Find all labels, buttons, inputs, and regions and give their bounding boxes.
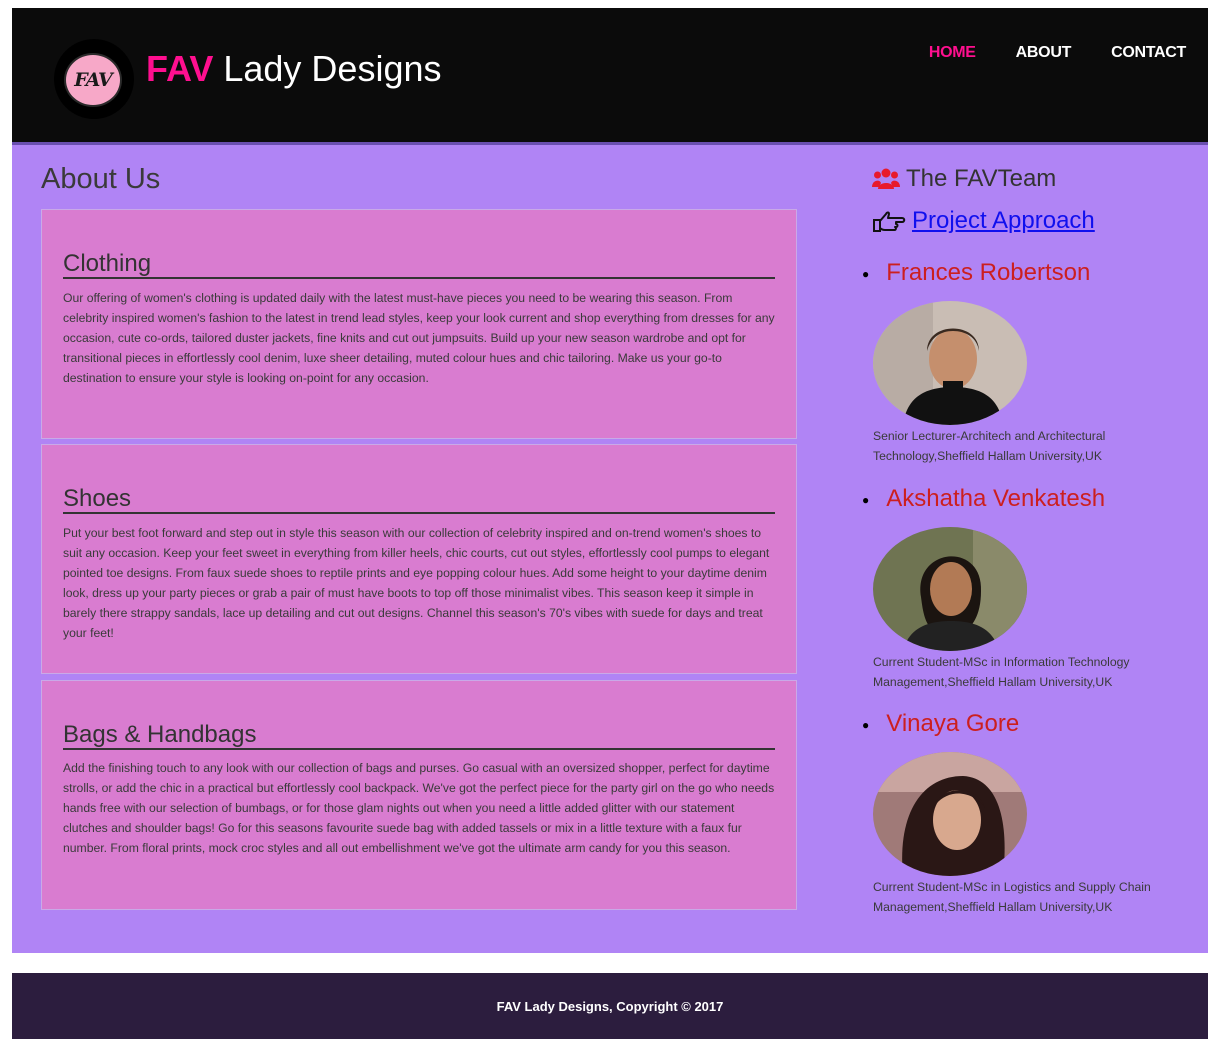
site-header: FAV FAV Lady Designs HOME ABOUT CONTACT (12, 8, 1208, 145)
project-approach-link[interactable]: Project Approach (872, 207, 1095, 235)
member-name-text: Frances Robertson (886, 259, 1091, 286)
member-photo (873, 527, 1027, 651)
member-name-text: Vinaya Gore (886, 710, 1020, 737)
nav-home[interactable]: HOME (929, 44, 976, 62)
member-description: Senior Lecturer-Architech and Architectu… (873, 429, 1106, 463)
member-photo (873, 301, 1027, 425)
site-footer: FAV Lady Designs, Copyright © 2017 (12, 973, 1208, 1039)
nav-about[interactable]: ABOUT (1016, 44, 1072, 62)
section-body: Add the finishing touch to any look with… (63, 761, 775, 855)
brand-accent: FAV (146, 48, 214, 89)
team-sidebar: The FAVTeam Project Approach ● Frances Ro… (862, 145, 1202, 953)
nav-contact[interactable]: CONTACT (1111, 44, 1186, 62)
users-icon (872, 168, 900, 189)
section-bags: Bags & Handbags Add the finishing touch … (41, 680, 797, 910)
hand-point-right-icon (873, 211, 906, 232)
member-description: Current Student-MSc in Logistics and Sup… (873, 880, 1151, 914)
brand-title[interactable]: FAV Lady Designs (146, 48, 442, 90)
member-name: ● Akshatha Venkatesh (862, 485, 1106, 513)
page-title: About Us (41, 163, 161, 195)
main-content: About Us Clothing Our offering of women'… (12, 145, 1208, 953)
section-body: Put your best foot forward and step out … (63, 526, 770, 640)
section-heading: Bags & Handbags (63, 722, 775, 750)
team-heading-label: The FAVTeam (906, 165, 1057, 192)
member-description: Current Student-MSc in Information Techn… (873, 655, 1130, 689)
project-approach-label: Project Approach (912, 207, 1095, 234)
logo[interactable]: FAV (54, 39, 134, 119)
member-name: ● Frances Robertson (862, 259, 1091, 287)
bullet-icon: ● (862, 717, 870, 732)
team-heading: The FAVTeam (872, 165, 1056, 193)
logo-text: FAV (64, 53, 122, 107)
section-heading: Shoes (63, 486, 775, 514)
copyright-text: FAV Lady Designs, Copyright © 2017 (496, 998, 724, 1014)
section-shoes: Shoes Put your best foot forward and ste… (41, 444, 797, 674)
member-name: ● Vinaya Gore (862, 710, 1020, 738)
section-heading: Clothing (63, 251, 775, 279)
section-clothing: Clothing Our offering of women's clothin… (41, 209, 797, 439)
section-body: Our offering of women's clothing is upda… (63, 291, 775, 385)
bullet-icon: ● (862, 492, 870, 507)
brand-name: Lady Designs (223, 48, 442, 89)
member-name-text: Akshatha Venkatesh (886, 485, 1106, 512)
bullet-icon: ● (862, 266, 870, 281)
member-photo (873, 752, 1027, 876)
main-nav: HOME ABOUT CONTACT (889, 44, 1186, 62)
